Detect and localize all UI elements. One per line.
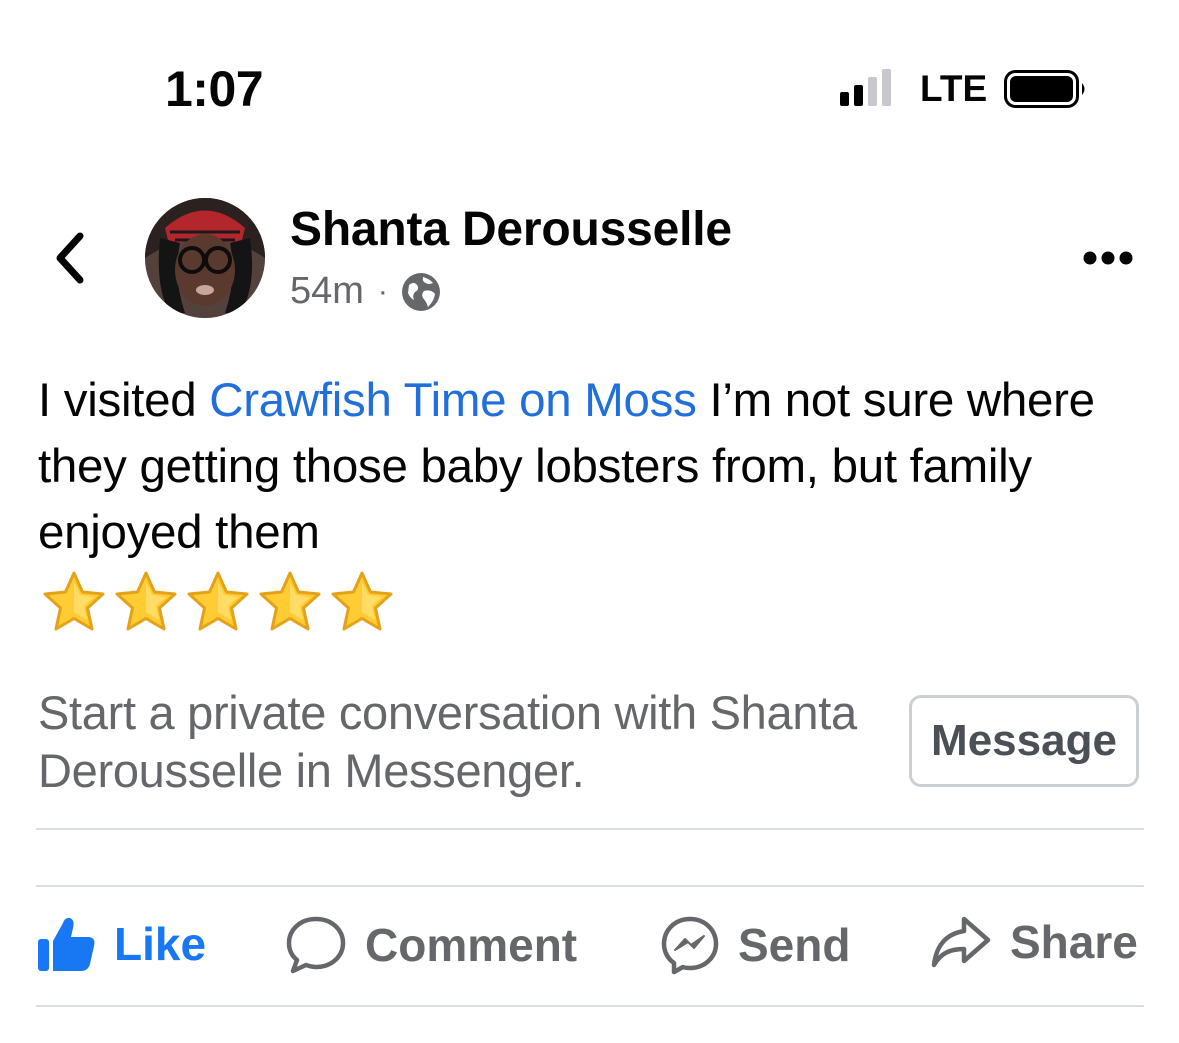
avatar[interactable] [145,198,265,318]
star-icon [187,571,249,631]
like-label: Like [114,918,207,970]
globe-icon [401,272,440,311]
post-meta: 54m · [290,270,442,313]
send-button[interactable]: Send [660,915,850,975]
comment-icon [286,916,346,974]
star-icon [259,571,321,631]
share-icon [931,916,991,968]
post-text-before: I visited [38,374,210,427]
battery-icon [1004,70,1085,108]
thumbs-up-icon [38,917,95,971]
chevron-left-icon[interactable] [52,230,88,286]
star-icon [115,571,177,631]
comment-button[interactable]: Comment [285,915,577,975]
messenger-icon [661,916,719,975]
author-name[interactable]: Shanta Derousselle [290,202,732,257]
star-icon [331,571,393,631]
divider [36,828,1144,830]
star-rating [38,570,398,634]
post-timestamp[interactable]: 54m [290,270,364,313]
cellular-signal-icon [840,69,891,106]
status-time: 1:07 [165,61,264,117]
share-label: Share [1010,916,1138,968]
post-text: I visited Crawfish Time on Moss I’m not … [38,368,1158,566]
network-type: LTE [920,68,988,109]
send-label: Send [738,919,851,971]
message-button[interactable]: Message [909,695,1139,787]
meta-separator: · [377,274,388,308]
like-button[interactable]: Like [36,915,206,973]
star-icon [43,571,105,631]
divider [36,885,1144,887]
more-horizontal-icon[interactable] [1082,248,1134,268]
messenger-prompt-text: Start a private conversation with Shanta… [38,686,857,797]
place-link[interactable]: Crawfish Time on Moss [209,374,697,427]
share-button[interactable]: Share [930,915,1138,969]
comment-label: Comment [365,919,578,971]
divider [36,1005,1144,1007]
